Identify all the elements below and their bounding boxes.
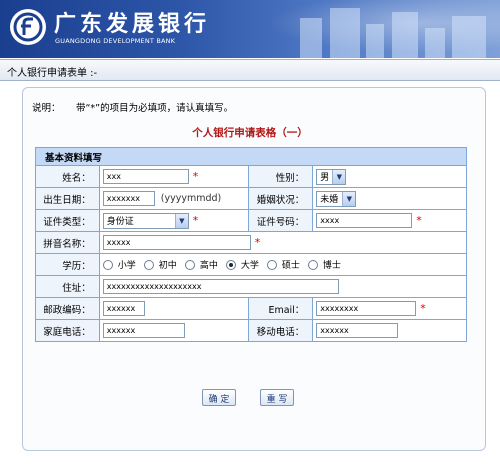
- mobile-cell: xxxxxx: [312, 319, 467, 342]
- banner-building: [452, 16, 486, 58]
- chevron-down-icon: ▼: [332, 169, 346, 184]
- id-type-cell: 身份证 ▼ *: [98, 209, 250, 232]
- education-option-label: 初中: [158, 261, 177, 271]
- pinyin-input[interactable]: xxxxx: [102, 235, 251, 250]
- bank-name-en: GUANGDONG DEVELOPMENT BANK: [55, 37, 176, 45]
- id-number-label: 证件号码：: [248, 209, 314, 232]
- education-option-label: 大学: [240, 261, 259, 271]
- education-option[interactable]: 高中: [184, 258, 218, 271]
- education-cell: 小学 初中 高中 大学 硕士 博士: [98, 253, 468, 276]
- email-input[interactable]: xxxxxxxx: [316, 301, 417, 316]
- form-title: 个人银行申请表格（一）: [192, 127, 308, 139]
- marital-cell: 未婚 ▼: [312, 187, 467, 210]
- education-radio-group: 小学 初中 高中 大学 硕士 博士: [102, 258, 463, 271]
- breadcrumb: 个人银行申请表单 :-: [0, 59, 500, 81]
- page: 广东发展银行 GUANGDONG DEVELOPMENT BANK 个人银行申请…: [0, 0, 500, 464]
- banner-building: [300, 18, 322, 58]
- required-star: *: [192, 214, 199, 227]
- education-option-label: 博士: [322, 261, 341, 271]
- id-number-cell: xxxx *: [312, 209, 467, 232]
- id-type-select[interactable]: 身份证 ▼: [102, 212, 189, 229]
- postcode-input[interactable]: xxxxxx: [102, 301, 145, 316]
- education-option-label: 硕士: [281, 261, 300, 271]
- mobile-label: 移动电话：: [248, 319, 314, 342]
- id-number-input[interactable]: xxxx: [316, 213, 413, 228]
- marital-label: 婚姻状况：: [248, 187, 314, 210]
- bank-banner: 广东发展银行 GUANGDONG DEVELOPMENT BANK: [0, 0, 500, 58]
- home-phone-label: 家庭电话：: [35, 319, 100, 342]
- name-cell: xxx *: [98, 165, 250, 188]
- radio-button[interactable]: [143, 259, 154, 270]
- home-phone-input[interactable]: xxxxxx: [102, 323, 185, 338]
- section-title: 基本资料填写: [35, 147, 467, 166]
- radio-button[interactable]: [184, 259, 195, 270]
- banner-building: [392, 12, 418, 58]
- postcode-label: 邮政编码：: [35, 297, 100, 320]
- postcode-cell: xxxxxx: [98, 297, 250, 320]
- banner-building: [330, 8, 360, 58]
- marital-select[interactable]: 未婚 ▼: [316, 190, 357, 207]
- required-star: *: [416, 214, 422, 227]
- name-label: 姓名：: [35, 165, 100, 188]
- bank-name-cn: 广东发展银行: [54, 11, 211, 37]
- address-cell: xxxxxxxxxxxxxxxxxxxx: [98, 275, 468, 298]
- application-form-table: 基本资料填写 姓名： xxx * 性别： 男 ▼ 出生日期： xxxxxxx (yyy…: [35, 147, 468, 342]
- pinyin-label: 拼音名称：: [35, 231, 100, 254]
- required-star: *: [192, 170, 199, 183]
- education-option[interactable]: 初中: [143, 258, 177, 271]
- education-option-label: 小学: [117, 261, 136, 271]
- mobile-input[interactable]: xxxxxx: [316, 323, 399, 338]
- note-label: 说明：: [32, 103, 61, 114]
- email-label: Email：: [248, 297, 314, 320]
- note-text: 带“*”的项目为必填项，请认真填写。: [76, 103, 234, 114]
- marital-value: 未婚: [320, 195, 339, 205]
- banner-building: [366, 24, 384, 58]
- education-option-label: 高中: [199, 261, 218, 271]
- radio-button[interactable]: [266, 259, 277, 270]
- gender-select[interactable]: 男 ▼: [316, 168, 347, 185]
- birthdate-cell: xxxxxxx (yyyymmdd): [98, 187, 250, 210]
- id-type-value: 身份证: [106, 217, 134, 227]
- education-option[interactable]: 博士: [307, 258, 341, 271]
- confirm-button[interactable]: 确 定: [202, 389, 236, 406]
- name-input[interactable]: xxx: [102, 169, 189, 184]
- birthdate-label: 出生日期：: [35, 187, 100, 210]
- home-phone-cell: xxxxxx: [98, 319, 250, 342]
- reset-button[interactable]: 重 写: [260, 389, 294, 406]
- required-star: *: [254, 236, 261, 249]
- id-type-label: 证件类型：: [35, 209, 100, 232]
- banner-building: [425, 28, 445, 58]
- email-cell: xxxxxxxx *: [312, 297, 467, 320]
- gender-cell: 男 ▼: [312, 165, 467, 188]
- required-star: *: [420, 302, 426, 315]
- birthdate-format-hint: (yyyymmdd): [160, 193, 222, 204]
- education-option[interactable]: 大学: [225, 258, 259, 271]
- bank-logo-icon: [10, 9, 46, 45]
- address-label: 住址：: [35, 275, 100, 298]
- pinyin-cell: xxxxx *: [98, 231, 468, 254]
- education-option[interactable]: 小学: [102, 258, 136, 271]
- education-label: 学历：: [35, 253, 100, 276]
- chevron-down-icon: ▼: [174, 213, 188, 228]
- chevron-down-icon: ▼: [342, 191, 356, 206]
- gender-value: 男: [320, 173, 330, 183]
- radio-button[interactable]: [102, 259, 113, 270]
- address-input[interactable]: xxxxxxxxxxxxxxxxxxxx: [102, 279, 339, 294]
- radio-button[interactable]: [307, 259, 318, 270]
- birthdate-input[interactable]: xxxxxxx: [102, 191, 155, 206]
- form-note: 说明： 带“*”的项目为必填项，请认真填写。: [32, 100, 233, 114]
- education-option[interactable]: 硕士: [266, 258, 300, 271]
- gender-label: 性别：: [248, 165, 314, 188]
- radio-button-selected[interactable]: [225, 259, 236, 270]
